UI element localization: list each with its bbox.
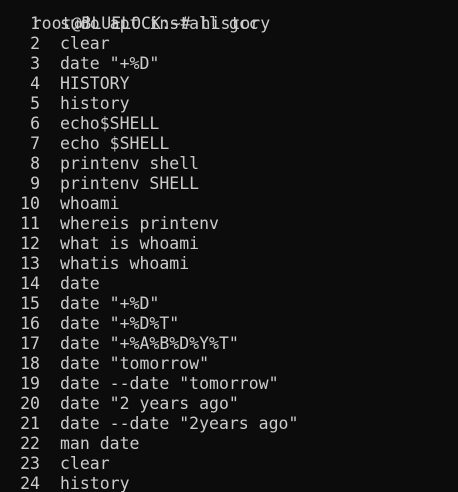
history-entry-command: printenv shell — [60, 154, 200, 173]
history-entry: 20 date "2 years ago" — [0, 394, 458, 414]
history-entry: 2 clear — [0, 34, 458, 54]
history-entry-number: 24 — [20, 474, 40, 492]
history-entry-command: history — [60, 94, 130, 113]
history-entry-command: date --date "tomorrow" — [60, 374, 279, 393]
history-entry-number: 6 — [30, 114, 40, 133]
history-entry-command: date "2 years ago" — [60, 394, 239, 413]
history-entry: 23 clear — [0, 454, 458, 474]
terminal-window[interactable]: root@BLUELOCK:~# history 1 sudo apt insta… — [0, 0, 458, 492]
history-entry: 16 date "+%D%T" — [0, 314, 458, 334]
history-entry-command: date "+%D" — [60, 54, 160, 73]
history-entry: 22 man date — [0, 434, 458, 454]
history-entry: 5 history — [0, 94, 458, 114]
history-entry-number: 8 — [30, 154, 40, 173]
history-entry-command: date "+%D" — [60, 294, 160, 313]
history-entry-command: whoami — [60, 194, 120, 213]
history-entry: 6 echo$SHELL — [0, 114, 458, 134]
history-entry-number: 12 — [20, 234, 40, 253]
history-entry-command: date — [60, 274, 100, 293]
history-entry: 11 whereis printenv — [0, 214, 458, 234]
history-entry: 24 history — [0, 474, 458, 492]
history-entry: 19 date --date "tomorrow" — [0, 374, 458, 394]
history-entry-number: 16 — [20, 314, 40, 333]
history-entry-number: 5 — [30, 94, 40, 113]
history-entry-number: 17 — [20, 334, 40, 353]
history-entry-number: 7 — [30, 134, 40, 153]
history-entry-number: 11 — [20, 214, 40, 233]
history-entry-number: 3 — [30, 54, 40, 73]
history-entry: 4 HISTORY — [0, 74, 458, 94]
history-entry-number: 13 — [20, 254, 40, 273]
history-entry-command: date "+%A%B%D%Y%T" — [60, 334, 239, 353]
history-entry-number: 18 — [20, 354, 40, 373]
history-entry-command: man date — [60, 434, 140, 453]
history-entry-number: 1 — [30, 14, 40, 33]
history-entry: 12 what is whoami — [0, 234, 458, 254]
history-entry-command: whereis printenv — [60, 214, 219, 233]
history-entry: 15 date "+%D" — [0, 294, 458, 314]
history-entry: 1 sudo apt install gcc — [0, 14, 458, 34]
history-entry-command: date --date "2years ago" — [60, 414, 299, 433]
history-entry-number: 9 — [30, 174, 40, 193]
history-entry-command: echo$SHELL — [60, 114, 160, 133]
history-entry: 8 printenv shell — [0, 154, 458, 174]
history-entry-number: 20 — [20, 394, 40, 413]
prompt-line: root@BLUELOCK:~# history — [0, 0, 458, 33]
history-entry-number: 19 — [20, 374, 40, 393]
history-entry-command: sudo apt install gcc — [60, 14, 259, 33]
history-entry-command: date "+%D%T" — [60, 314, 180, 333]
history-entry-number: 10 — [20, 194, 40, 213]
history-entry-command: clear — [60, 34, 110, 53]
history-entry-command: whatis whoami — [60, 254, 190, 273]
history-entry: 7 echo $SHELL — [0, 134, 458, 154]
history-entry: 18 date "tomorrow" — [0, 354, 458, 374]
history-entry-number: 15 — [20, 294, 40, 313]
history-entry-command: clear — [60, 454, 110, 473]
history-entry: 10 whoami — [0, 194, 458, 214]
history-entry-number: 4 — [30, 74, 40, 93]
history-entry-command: printenv SHELL — [60, 174, 200, 193]
history-entry: 14 date — [0, 274, 458, 294]
history-entry: 13 whatis whoami — [0, 254, 458, 274]
history-entry-number: 2 — [30, 34, 40, 53]
history-entry: 3 date "+%D" — [0, 54, 458, 74]
history-entry-number: 23 — [20, 454, 40, 473]
history-entry-command: history — [60, 474, 130, 492]
history-entry: 17 date "+%A%B%D%Y%T" — [0, 334, 458, 354]
history-entry-command: date "tomorrow" — [60, 354, 210, 373]
history-entry-number: 21 — [20, 414, 40, 433]
history-output: 1 sudo apt install gcc 2 clear 3 date "+%D" 4 H… — [0, 14, 458, 492]
history-entry-number: 14 — [20, 274, 40, 293]
history-entry-number: 22 — [20, 434, 40, 453]
history-entry-command: HISTORY — [60, 74, 130, 93]
history-entry: 9 printenv SHELL — [0, 174, 458, 194]
history-entry-command: echo $SHELL — [60, 134, 170, 153]
history-entry: 21 date --date "2years ago" — [0, 414, 458, 434]
history-entry-command: what is whoami — [60, 234, 200, 253]
